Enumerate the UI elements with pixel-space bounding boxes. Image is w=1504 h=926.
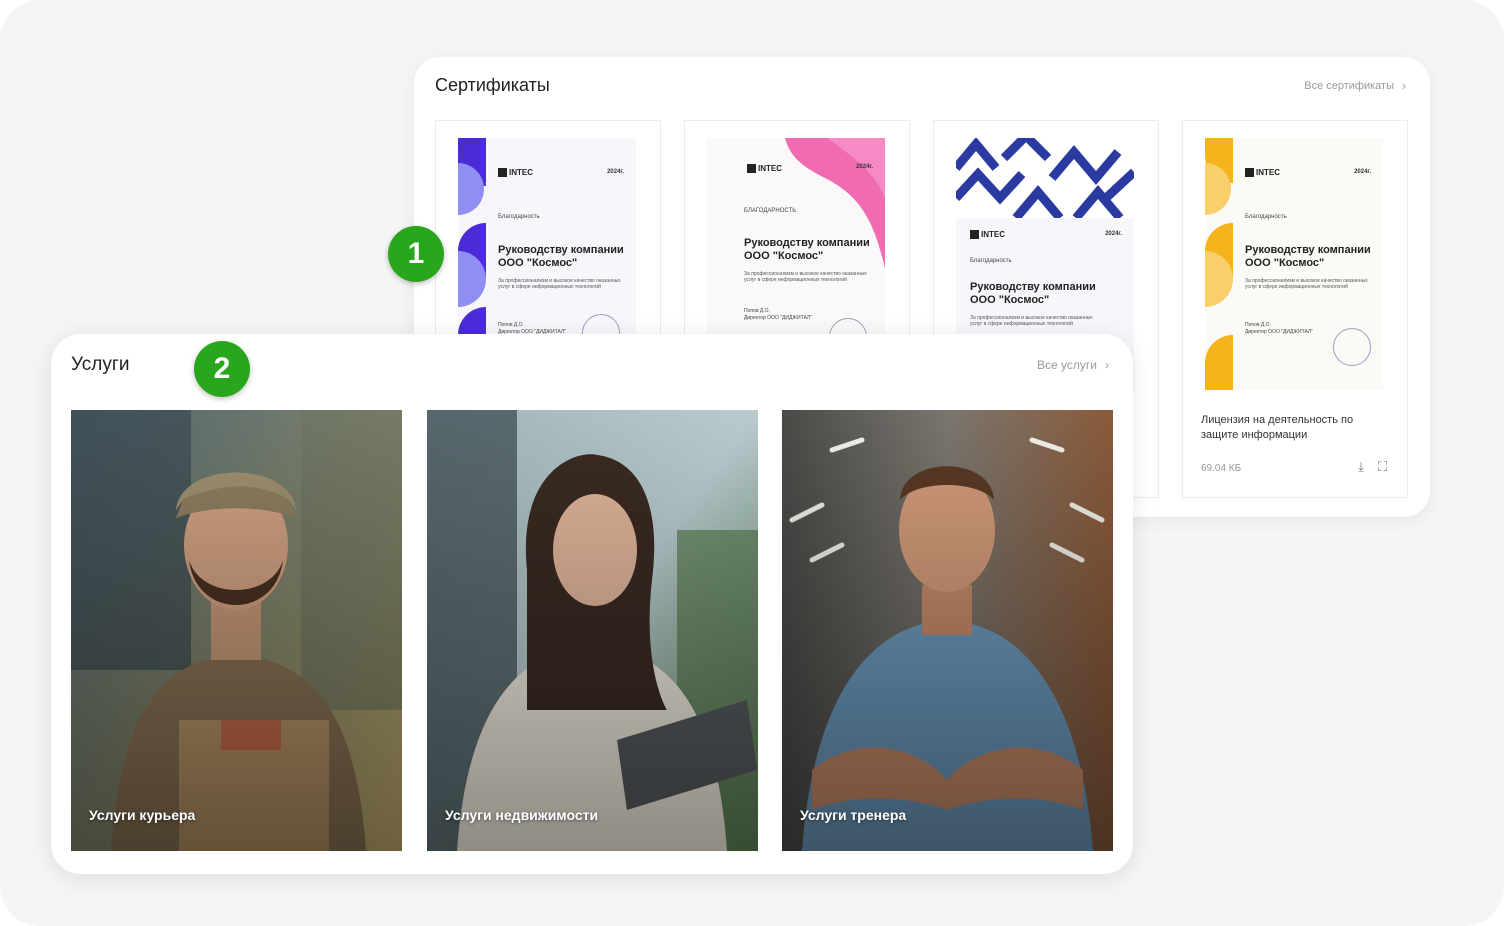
certificate-decoration [956,138,1134,218]
doc-year: 2024г. [1354,169,1371,175]
service-card-courier[interactable]: Услуги курьера [71,410,402,851]
all-certificates-label: Все сертификаты [1304,80,1394,92]
all-services-label: Все услуги [1037,358,1097,372]
doc-kind: Благодарность [498,214,540,220]
seal-icon [1333,328,1371,366]
certificates-title: Сертификаты [435,75,550,95]
doc-kind: БЛАГОДАРНОСТЬ [744,208,797,214]
certificate-actions: ⤓ ⛶ [1358,459,1387,475]
real-estate-photo [427,410,758,851]
trainer-photo [782,410,1113,851]
services-panel: Услуги Все услуги › Услуги курьера Услуг… [51,334,1133,874]
doc-year: 2024г. [1105,231,1122,237]
all-services-link[interactable]: Все услуги › [1037,358,1109,372]
download-icon[interactable]: ⤓ [1358,459,1364,475]
chevron-right-icon: › [1105,358,1109,372]
doc-signature: Попов Д.О. Директор ООО "ДИДЖИТАЛ" [1245,322,1313,335]
services-title: Услуги [71,354,130,375]
doc-signature: Попов Д.О. Директор ООО "ДИДЖИТАЛ" [744,308,812,321]
courier-photo [71,410,402,851]
service-label: Услуги недвижимости [445,807,599,823]
intec-logo: INTEC [970,230,1005,239]
fullscreen-icon[interactable]: ⛶ [1378,459,1387,475]
doc-kind: Благодарность [970,258,1012,264]
doc-heading: Руководству компании ООО "Космос" [970,281,1096,306]
service-label: Услуги тренера [800,807,907,823]
doc-year: 2024г. [856,164,873,170]
doc-text: За профессионализм и высокое качество ок… [970,315,1093,327]
service-label: Услуги курьера [89,807,196,823]
service-card-real-estate[interactable]: Услуги недвижимости [427,410,758,851]
certificate-caption[interactable]: Лицензия на деятельность по защите инфор… [1201,413,1391,443]
doc-year: 2024г. [607,169,624,175]
certificate-document: INTEC 2024г. Благодарность Руководству к… [1205,138,1383,390]
doc-heading: Руководству компании ООО "Космос" [1245,244,1371,269]
certificate-card[interactable]: INTEC 2024г. Благодарность Руководству к… [1182,120,1408,498]
intec-logo: INTEC [747,164,782,173]
doc-text: За профессионализм и высокое качество ок… [1245,278,1368,290]
step-badge-1: 1 [388,226,444,282]
all-certificates-link[interactable]: Все сертификаты › [1304,79,1406,93]
service-card-trainer[interactable]: Услуги тренера [782,410,1113,851]
intec-logo: INTEC [1245,168,1280,177]
doc-kind: Благодарность [1245,214,1287,220]
doc-heading: Руководству компании ООО "Космос" [744,237,870,262]
intec-logo: INTEC [498,168,533,177]
doc-heading: Руководству компании ООО "Космос" [498,244,624,269]
step-badge-2: 2 [194,341,250,397]
file-size: 69.04 КБ [1201,463,1242,474]
doc-text: За профессионализм и высокое качество ок… [498,278,621,290]
doc-text: За профессионализм и высокое качество ок… [744,271,867,283]
chevron-right-icon: › [1402,79,1406,93]
